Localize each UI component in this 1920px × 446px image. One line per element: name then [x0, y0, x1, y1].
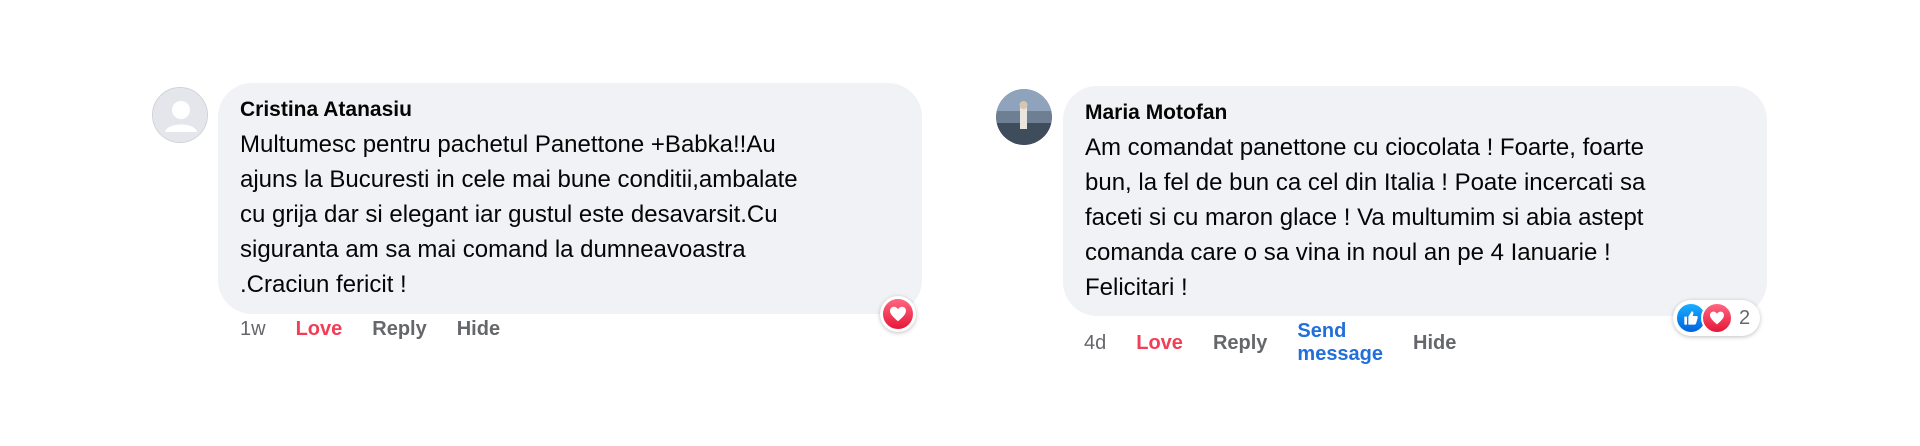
- hide-button[interactable]: Hide: [1413, 332, 1456, 355]
- reaction-badge[interactable]: 2: [1673, 300, 1761, 336]
- comment-line: ajuns la Bucuresti in cele mai bune cond…: [240, 166, 798, 193]
- comment-text: Multumesc pentru pachetul Panettone +Bab…: [240, 127, 900, 302]
- comment-author[interactable]: Maria Motofan: [1085, 100, 1745, 126]
- comment-line: .Craciun fericit !: [240, 271, 407, 298]
- reply-button[interactable]: Reply: [1213, 332, 1267, 355]
- comment-line: Am comandat panettone cu ciocolata ! Foa…: [1085, 134, 1644, 161]
- heart-icon: [881, 297, 915, 331]
- comment-line: cu grija dar si elegant iar gustul este …: [240, 201, 778, 228]
- comment-line: comanda care o sa vina in noul an pe 4 I…: [1085, 239, 1611, 266]
- comment-author[interactable]: Cristina Atanasiu: [240, 97, 900, 123]
- heart-icon: [1701, 302, 1733, 334]
- love-button[interactable]: Love: [1136, 332, 1183, 355]
- default-avatar-icon: [153, 88, 207, 142]
- comment-timestamp[interactable]: 4d: [1084, 332, 1106, 355]
- reply-button[interactable]: Reply: [372, 318, 426, 341]
- hide-button[interactable]: Hide: [457, 318, 500, 341]
- comment-line: Felicitari !: [1085, 274, 1188, 301]
- comment-timestamp[interactable]: 1w: [240, 318, 266, 341]
- avatar[interactable]: [996, 89, 1052, 145]
- comment-line: Multumesc pentru pachetul Panettone +Bab…: [240, 131, 776, 158]
- comment-line: bun, la fel de bun ca cel din Italia ! P…: [1085, 169, 1646, 196]
- comment-text: Am comandat panettone cu ciocolata ! Foa…: [1085, 130, 1745, 305]
- avatar[interactable]: [152, 87, 208, 143]
- comment-bubble: Maria Motofan Am comandat panettone cu c…: [1063, 86, 1767, 316]
- send-message-button[interactable]: Send message: [1297, 320, 1383, 366]
- comment-actions: 4d Love Reply Send message Hide: [1084, 320, 1486, 366]
- love-button[interactable]: Love: [296, 318, 343, 341]
- comment-line: faceti si cu maron glace ! Va multumim s…: [1085, 204, 1644, 231]
- comment-actions: 1w Love Reply Hide: [240, 318, 530, 341]
- comment-bubble: Cristina Atanasiu Multumesc pentru pache…: [218, 83, 922, 314]
- reaction-count: 2: [1739, 306, 1751, 329]
- profile-photo: [996, 89, 1052, 145]
- reaction-badge[interactable]: [880, 296, 916, 332]
- comment-line: siguranta am sa mai comand la dumneavoas…: [240, 236, 746, 263]
